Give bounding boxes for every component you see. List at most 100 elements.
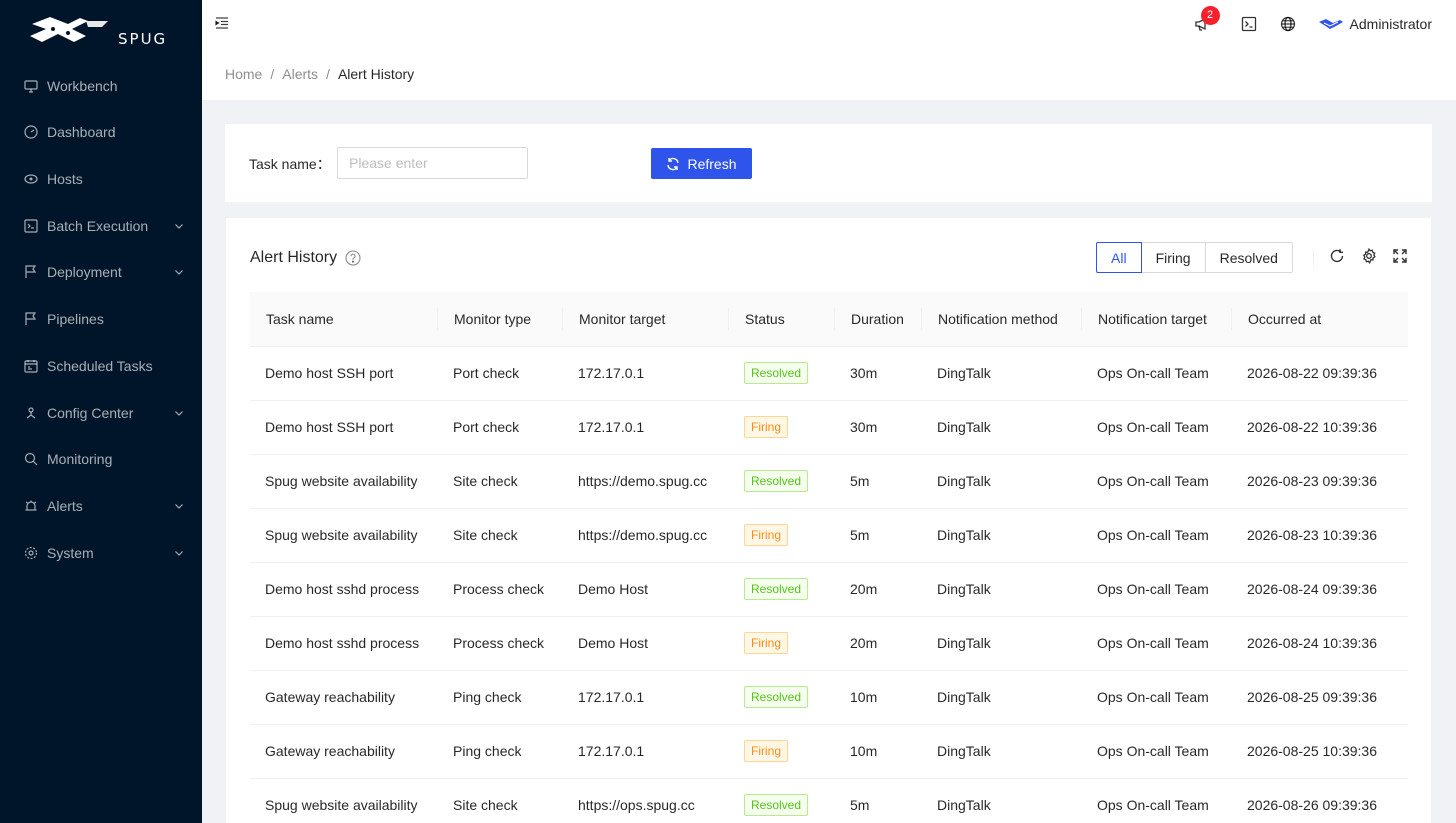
monitor-target-cell: 172.17.0.1 — [563, 400, 729, 455]
status-cell: Firing — [729, 724, 835, 779]
table-row[interactable]: Gateway reachability Ping check 172.17.0.1… — [250, 724, 1408, 779]
notification-target-cell: Ops On-call Team — [1082, 724, 1232, 779]
status-cell: Resolved — [729, 346, 835, 401]
breadcrumb: Home / Alerts / Alert History — [202, 47, 1456, 100]
duration-cell: 20m — [835, 562, 922, 617]
username: Administrator — [1349, 15, 1432, 32]
monitor-type-cell: Ping check — [438, 724, 563, 779]
occurred-at-cell: 2026-08-24 10:39:36 — [1232, 616, 1408, 671]
table-row[interactable]: Spug website availability Site check https… — [250, 454, 1408, 509]
sidebar-item-system[interactable]: System — [0, 533, 202, 573]
sidebar-item-monitoring[interactable]: Monitoring — [0, 439, 202, 479]
breadcrumb-alerts[interactable]: Alerts — [282, 66, 318, 82]
task-name-input[interactable] — [337, 147, 528, 179]
globe-icon[interactable] — [1280, 16, 1296, 32]
monitor-type-cell: Site check — [438, 508, 563, 563]
user-menu[interactable]: Administrator — [1318, 16, 1432, 32]
notification-method-cell: DingTalk — [922, 562, 1082, 617]
sidebar-item-pipelines[interactable]: Pipelines — [0, 299, 202, 339]
fullscreen-icon[interactable] — [1392, 248, 1408, 264]
occurred-at-cell: 2026-08-25 09:39:36 — [1232, 670, 1408, 725]
task-name-cell: Gateway reachability — [250, 670, 438, 725]
terminal-icon[interactable] — [1241, 16, 1257, 32]
flag-icon — [24, 312, 38, 326]
filter-firing[interactable]: Firing — [1141, 242, 1206, 273]
filter-resolved[interactable]: Resolved — [1205, 242, 1293, 273]
breadcrumb-separator: / — [326, 65, 330, 82]
occurred-at-cell: 2026-08-26 09:39:36 — [1232, 778, 1408, 823]
sidebar-item-label: Monitoring — [47, 451, 113, 467]
task-name-label: Task name： — [249, 156, 331, 172]
sidebar-item-dashboard[interactable]: Dashboard — [0, 112, 202, 152]
monitor-type-cell: Ping check — [438, 670, 563, 725]
column-header: Monitor type — [438, 292, 563, 347]
setting-icon[interactable] — [1361, 248, 1377, 264]
sidebar-item-workbench[interactable]: Workbench — [0, 66, 202, 106]
task-name-cell: Spug website availability — [250, 778, 438, 823]
task-name-cell: Spug website availability — [250, 508, 438, 563]
status-badge: Firing — [744, 416, 789, 438]
monitor-target-cell: https://demo.spug.cc — [563, 508, 729, 563]
task-name-cell: Demo host sshd process — [250, 562, 438, 617]
sidebar-item-label: Deployment — [47, 264, 122, 280]
table-header-row: Task name Monitor type Monitor target St… — [250, 292, 1408, 347]
table-row[interactable]: Demo host SSH port Port check 172.17.0.1 Re… — [250, 346, 1408, 401]
refresh-button[interactable]: Refresh — [651, 148, 752, 179]
sidebar-item-config-center[interactable]: Config Center — [0, 393, 202, 433]
task-name-cell: Gateway reachability — [250, 724, 438, 779]
breadcrumb-home[interactable]: Home — [225, 66, 262, 82]
sidebar-item-deployment[interactable]: Deployment — [0, 252, 202, 292]
status-filter: All Firing Resolved — [1096, 242, 1293, 273]
notification-icon[interactable]: 2 — [1194, 5, 1220, 32]
duration-cell: 10m — [835, 724, 922, 779]
monitor-target-cell: 172.17.0.1 — [563, 724, 729, 779]
occurred-at-cell: 2026-08-23 10:39:36 — [1232, 508, 1408, 563]
cloud-server-icon — [24, 172, 38, 186]
card-title-text: Alert History — [250, 249, 338, 266]
duration-cell: 30m — [835, 400, 922, 455]
column-header: Task name — [250, 292, 438, 347]
filter-all[interactable]: All — [1096, 242, 1142, 273]
table-row[interactable]: Gateway reachability Ping check 172.17.0.1… — [250, 670, 1408, 725]
question-circle-icon[interactable] — [345, 250, 361, 266]
dashboard-icon — [24, 125, 38, 139]
sidebar-item-scheduled-tasks[interactable]: Scheduled Tasks — [0, 346, 202, 386]
status-cell: Firing — [729, 616, 835, 671]
status-cell: Resolved — [729, 670, 835, 725]
status-cell: Resolved — [729, 454, 835, 509]
column-header: Duration — [835, 292, 922, 347]
table-row[interactable]: Spug website availability Site check https… — [250, 778, 1408, 823]
table-row[interactable]: Demo host sshd process Process check Demo … — [250, 616, 1408, 671]
monitor-type-cell: Port check — [438, 346, 563, 401]
notification-target-cell: Ops On-call Team — [1082, 508, 1232, 563]
menu-fold-icon[interactable] — [214, 15, 230, 31]
notification-method-cell: DingTalk — [922, 400, 1082, 455]
notification-method-cell: DingTalk — [922, 616, 1082, 671]
table-row[interactable]: Demo host sshd process Process check Demo … — [250, 562, 1408, 617]
reload-icon[interactable] — [1329, 248, 1345, 264]
duration-cell: 5m — [835, 508, 922, 563]
sidebar-item-label: Alerts — [47, 498, 83, 514]
occurred-at-cell: 2026-08-22 10:39:36 — [1232, 400, 1408, 455]
column-header: Notification method — [922, 292, 1082, 347]
avatar — [1318, 18, 1344, 30]
occurred-at-cell: 2026-08-22 09:39:36 — [1232, 346, 1408, 401]
sidebar-item-alerts[interactable]: Alerts — [0, 486, 202, 526]
table-row[interactable]: Demo host SSH port Port check 172.17.0.1 Fi… — [250, 400, 1408, 455]
monitor-type-cell: Process check — [438, 616, 563, 671]
table-row[interactable]: Spug website availability Site check https… — [250, 508, 1408, 563]
monitor-type-cell: Process check — [438, 562, 563, 617]
sidebar-item-hosts[interactable]: Hosts — [0, 159, 202, 199]
column-header: Monitor target — [563, 292, 729, 347]
card-title: Alert History — [250, 249, 361, 267]
flag-icon — [24, 265, 38, 279]
refresh-label: Refresh — [687, 155, 737, 172]
duration-cell: 5m — [835, 454, 922, 509]
occurred-at-cell: 2026-08-24 09:39:36 — [1232, 562, 1408, 617]
monitor-type-cell: Site check — [438, 778, 563, 823]
sidebar-item-batch-execution[interactable]: Batch Execution — [0, 206, 202, 246]
spug-logo[interactable]: SPUG — [0, 0, 202, 64]
duration-cell: 20m — [835, 616, 922, 671]
sidebar-item-label: Workbench — [47, 78, 118, 94]
monitor-icon — [24, 452, 38, 466]
